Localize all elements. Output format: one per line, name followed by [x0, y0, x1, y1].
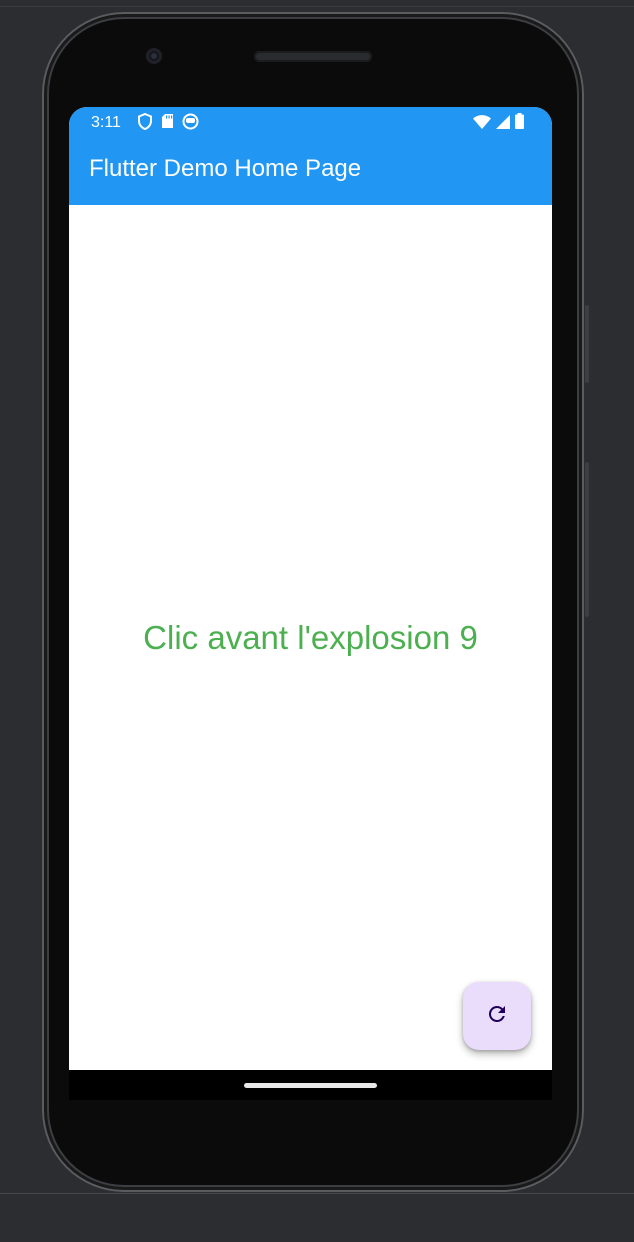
app-bar: Flutter Demo Home Page [69, 137, 552, 205]
status-bar: 3:11 [69, 107, 552, 137]
power-button[interactable] [585, 305, 589, 383]
status-icons-right [473, 113, 524, 134]
status-icons-left [137, 112, 199, 135]
cell-signal-icon [496, 115, 510, 134]
refresh-fab-button[interactable] [463, 982, 531, 1050]
shield-icon [137, 112, 153, 135]
ide-top-divider [0, 6, 634, 7]
refresh-icon [485, 1002, 509, 1031]
earpiece-speaker [254, 51, 372, 62]
app-notification-icon [182, 113, 199, 135]
device-screen: 3:11 Flutter Demo Home Page Clic avant l… [69, 107, 552, 1070]
sd-card-icon [161, 113, 174, 135]
explosion-counter-text: Clic avant l'explosion 9 [143, 619, 478, 656]
app-bar-title: Flutter Demo Home Page [89, 155, 362, 182]
status-time: 3:11 [91, 114, 121, 131]
ide-bottom-bar [0, 1193, 634, 1242]
battery-icon [515, 113, 524, 134]
front-camera [146, 48, 162, 64]
gesture-handle[interactable] [244, 1083, 377, 1088]
wifi-icon [473, 115, 491, 134]
volume-rocker[interactable] [585, 462, 589, 617]
